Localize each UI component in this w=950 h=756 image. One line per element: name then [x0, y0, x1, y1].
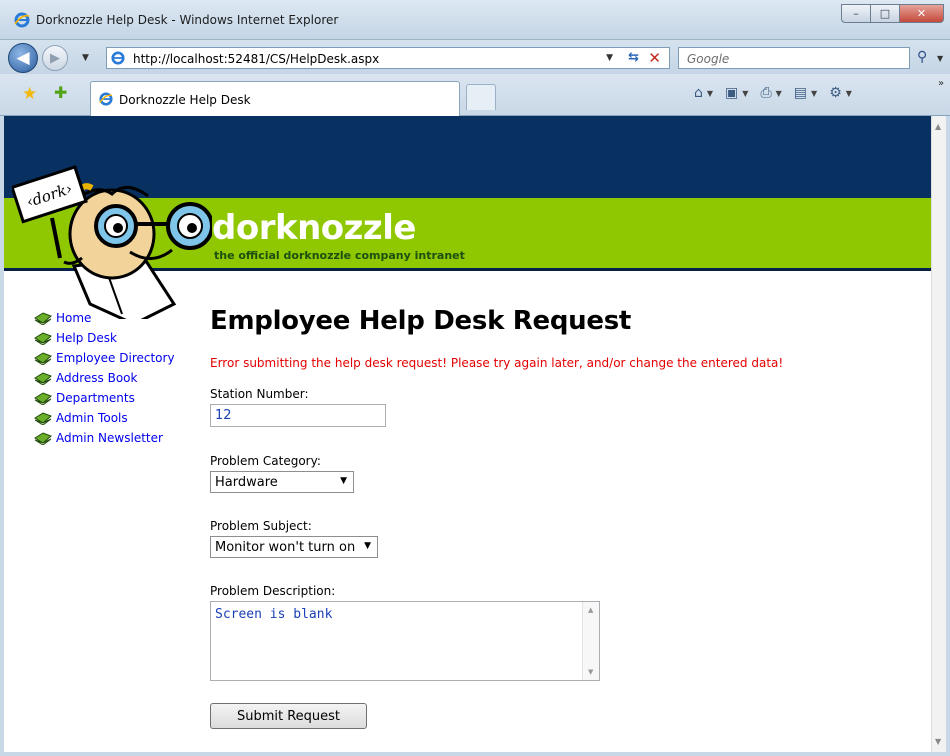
window-titlebar: Dorknozzle Help Desk - Windows Internet …	[0, 0, 950, 40]
site-tagline: the official dorknozzle company intranet	[214, 249, 465, 262]
home-icon[interactable]: ⌂	[694, 85, 703, 101]
sidebar-item-label[interactable]: Admin Tools	[56, 411, 128, 425]
problem-description-label: Problem Description:	[210, 584, 336, 598]
sidebar-item-label[interactable]: Departments	[56, 391, 135, 405]
address-toolbar: ◀ ▶ ▼ http://localhost:52481/CS/HelpDesk…	[0, 40, 950, 74]
scroll-up-icon[interactable]: ▲	[935, 122, 941, 131]
tab-page-icon	[99, 92, 113, 106]
problem-subject-label: Problem Subject:	[210, 519, 312, 533]
tab-helpdesk[interactable]: Dorknozzle Help Desk	[90, 81, 460, 116]
feeds-dropdown-icon[interactable]: ▼	[742, 89, 748, 98]
textarea-scrollbar[interactable]: ▲ ▼	[582, 602, 599, 680]
dorknozzle-mascot-logo: ‹dork›	[12, 165, 212, 319]
stop-icon[interactable]: ✕	[648, 49, 661, 67]
window-title: Dorknozzle Help Desk - Windows Internet …	[36, 13, 339, 27]
page-title: Employee Help Desk Request	[210, 306, 632, 336]
search-input[interactable]: Google	[678, 47, 910, 69]
main-content: Employee Help Desk Request Error submitt…	[210, 306, 920, 729]
book-icon	[34, 312, 52, 325]
window-frame-bottom	[0, 752, 950, 756]
forward-arrow-icon: ▶	[50, 50, 60, 66]
book-icon	[34, 392, 52, 405]
add-favorites-icon[interactable]: ✚	[54, 83, 67, 102]
chevron-down-icon: ▼	[364, 541, 371, 551]
book-icon	[34, 412, 52, 425]
book-icon	[34, 332, 52, 345]
station-number-input[interactable]: 12	[210, 404, 386, 427]
tools-dropdown-icon[interactable]: ▼	[846, 89, 852, 98]
search-icon[interactable]: ⚲	[917, 49, 927, 65]
error-message: Error submitting the help desk request! …	[210, 356, 784, 370]
chevron-down-icon: ▼	[340, 476, 347, 486]
command-bar: ⌂ ▼ ▣ ▼ ⎙ ▼ ▤ ▼ ⚙ ▼	[694, 85, 860, 101]
search-placeholder: Google	[687, 52, 730, 66]
feeds-icon[interactable]: ▣	[725, 85, 738, 101]
favorites-star-icon[interactable]: ★	[22, 84, 37, 104]
scroll-down-icon[interactable]: ▼	[588, 668, 593, 676]
print-dropdown-icon[interactable]: ▼	[776, 89, 782, 98]
minimize-button[interactable]: –	[841, 4, 870, 23]
scroll-up-icon[interactable]: ▲	[588, 606, 593, 614]
page-scrollbar[interactable]: ▲ ▼	[931, 116, 946, 752]
sidebar-item-help-desk[interactable]: Help Desk	[34, 328, 175, 348]
problem-subject-select[interactable]: Monitor won't turn on ▼	[210, 536, 378, 558]
address-bar[interactable]: http://localhost:52481/CS/HelpDesk.aspx …	[106, 47, 670, 69]
site-brand: dorknozzle	[212, 208, 416, 248]
address-dropdown-icon[interactable]: ▼	[606, 53, 613, 63]
tab-title: Dorknozzle Help Desk	[119, 93, 251, 107]
tabs-toolbar: ★ ✚ Dorknozzle Help Desk ⌂ ▼ ▣ ▼ ⎙ ▼ ▤ ▼ ⚙ ▼ …	[0, 74, 950, 116]
problem-category-select[interactable]: Hardware ▼	[210, 471, 354, 493]
forward-button[interactable]: ▶	[42, 45, 68, 71]
sidebar-item-home[interactable]: Home	[34, 308, 175, 328]
submit-request-button[interactable]: Submit Request	[210, 703, 367, 729]
back-arrow-icon: ◀	[16, 48, 30, 68]
sidebar-item-label[interactable]: Admin Newsletter	[56, 431, 163, 445]
problem-category-label: Problem Category:	[210, 454, 321, 468]
address-url: http://localhost:52481/CS/HelpDesk.aspx	[133, 52, 380, 66]
tools-gear-icon[interactable]: ⚙	[829, 85, 842, 101]
sidebar-item-label[interactable]: Help Desk	[56, 331, 117, 345]
page-dropdown-icon[interactable]: ▼	[811, 89, 817, 98]
category-selected-value: Hardware	[215, 475, 278, 490]
sidebar-nav: Home Help Desk Employee Directory Addres…	[34, 308, 175, 448]
page-viewport: dorknozzle the official dorknozzle compa…	[4, 116, 931, 752]
sidebar-item-address-book[interactable]: Address Book	[34, 368, 175, 388]
recent-pages-dropdown-icon[interactable]: ▼	[82, 53, 89, 63]
sidebar-item-label[interactable]: Home	[56, 311, 91, 325]
close-button[interactable]: ✕	[899, 4, 944, 23]
print-icon[interactable]: ⎙	[760, 85, 771, 101]
sidebar-item-admin-newsletter[interactable]: Admin Newsletter	[34, 428, 175, 448]
sidebar-item-employee-directory[interactable]: Employee Directory	[34, 348, 175, 368]
page-icon	[111, 51, 125, 65]
window-controls: – □ ✕	[841, 4, 944, 23]
maximize-button[interactable]: □	[870, 4, 899, 23]
new-tab-button[interactable]	[466, 84, 496, 110]
ie-logo-icon	[14, 12, 30, 28]
book-icon	[34, 372, 52, 385]
chevron-more-icon[interactable]: »	[938, 78, 944, 89]
search-options-icon[interactable]: ▼	[937, 54, 943, 63]
sidebar-item-label[interactable]: Address Book	[56, 371, 137, 385]
scroll-down-icon[interactable]: ▼	[935, 737, 941, 746]
book-icon	[34, 432, 52, 445]
home-dropdown-icon[interactable]: ▼	[707, 89, 713, 98]
sidebar-item-departments[interactable]: Departments	[34, 388, 175, 408]
refresh-icon[interactable]: ⇆	[628, 50, 639, 65]
subject-selected-value: Monitor won't turn on	[215, 540, 356, 555]
problem-description-textarea[interactable]: Screen is blank ▲ ▼	[210, 601, 600, 681]
book-icon	[34, 352, 52, 365]
sidebar-item-label[interactable]: Employee Directory	[56, 351, 175, 365]
window-frame-right	[946, 116, 950, 756]
station-number-label: Station Number:	[210, 387, 309, 401]
back-button[interactable]: ◀	[8, 43, 38, 73]
sidebar-item-admin-tools[interactable]: Admin Tools	[34, 408, 175, 428]
page-menu-icon[interactable]: ▤	[794, 85, 807, 101]
description-text: Screen is blank	[215, 607, 333, 622]
